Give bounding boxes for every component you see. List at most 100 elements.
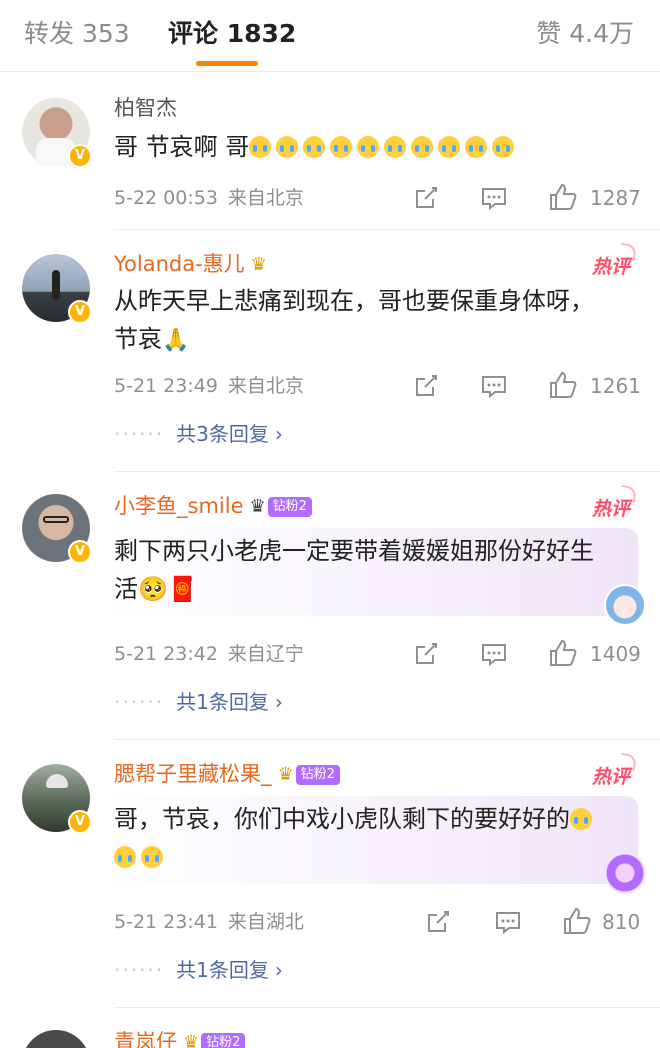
comment-text-content: 哥 节哀啊 哥 (114, 133, 250, 161)
pray-emoji-icon: 🙏 (162, 328, 190, 353)
watermark: 网易号 | 新快报视觉说 (530, 1025, 650, 1039)
comment-meta: 5-22 00:53 来自北京 (114, 184, 304, 212)
comment-source: 来自北京 (227, 375, 304, 397)
thumb-up-icon[interactable] (548, 370, 578, 398)
crying-emoji-icon (438, 136, 461, 158)
comment-username-text: Yolanda-惠儿 (114, 252, 245, 276)
crying-emoji-icon (330, 136, 353, 158)
fan-level-badge: 钻粉2 (295, 765, 340, 785)
comment-source: 来自北京 (227, 187, 304, 209)
chevron-right-icon: › (274, 690, 283, 714)
comment-meta: 5-21 23:42 来自辽宁 (114, 640, 304, 668)
diamond-sticker-icon (604, 852, 646, 894)
crying-emoji-icon (465, 136, 488, 158)
comment-date: 5-21 23:42 (114, 643, 218, 665)
comment-source: 来自湖北 (227, 911, 304, 933)
comment-username-text: 腮帮子里藏松果_ (114, 762, 272, 786)
comment-icon[interactable] (480, 640, 508, 668)
chevron-right-icon: › (274, 422, 283, 446)
bubble-sticker-icon (604, 584, 646, 626)
avatar-figure (52, 270, 60, 300)
hot-comment-badge: 热评 (592, 252, 630, 279)
active-tab-indicator (196, 61, 258, 66)
avatar[interactable]: V (22, 764, 92, 834)
verified-badge-icon: V (68, 300, 92, 324)
comment-icon[interactable] (480, 184, 508, 212)
comment-username[interactable]: 小李鱼_smile ♛ 钻粉2 (114, 492, 312, 521)
comment-username[interactable]: 腮帮子里藏松果_ ♛ 钻粉2 (114, 760, 340, 789)
hot-comment-badge: 热评 (592, 494, 630, 521)
crying-emoji-icon (492, 136, 515, 158)
verified-badge-icon: V (68, 810, 92, 834)
fan-level-badge: 钻粉2 (267, 497, 312, 517)
replies-count: 共1条回复 (176, 958, 269, 982)
comment-username[interactable]: 青岚仔 ♛ 钻粉2 (114, 1028, 246, 1048)
crying-emoji-icon (303, 136, 326, 158)
avatar[interactable]: V (22, 98, 92, 168)
replies-count: 共1条回复 (176, 690, 269, 714)
like-count: 810 (602, 910, 641, 934)
crying-emoji-icon (276, 136, 299, 158)
crying-emoji-icon (249, 136, 272, 158)
comment-date: 5-22 00:53 (114, 187, 218, 209)
verified-badge-icon: V (68, 144, 92, 168)
crying-emoji-icon (114, 846, 136, 868)
crown-icon: ♛ (250, 254, 267, 275)
like-count: 1287 (590, 186, 641, 210)
replies-dots: ······ (114, 422, 165, 446)
like-count: 1261 (590, 374, 641, 398)
comment-date: 5-21 23:41 (114, 911, 218, 933)
hot-comment-badge: 热评 (592, 762, 630, 789)
crying-emoji-icon (141, 846, 163, 868)
view-replies-link[interactable]: ······ 共1条回复 › (114, 956, 283, 984)
thumb-up-icon[interactable] (548, 182, 578, 210)
replies-dots: ······ (114, 958, 165, 982)
view-replies-link[interactable]: ······ 共1条回复 › (114, 688, 283, 716)
crying-emoji-icon (384, 136, 407, 158)
comment-text: 从昨天早上悲痛到现在，哥也要保重身体呀，节哀🙏 (114, 282, 614, 360)
comment-item: V 腮帮子里藏松果_ ♛ 钻粉2 热评 哥，节哀，你们中戏小虎队剩下的要好好的 5-… (0, 740, 660, 1008)
comment-text-content: 哥，节哀，你们中戏小虎队剩下的要好好的 (114, 805, 570, 833)
comment-icon[interactable] (480, 372, 508, 400)
tab-likes[interactable]: 赞 4.4万 (536, 18, 634, 50)
chevron-right-icon: › (274, 958, 283, 982)
crying-emoji-icon (357, 136, 380, 158)
crown-icon: ♛ (277, 764, 294, 785)
thumb-up-icon[interactable] (548, 638, 578, 666)
emoji-icon: 🥺🧧 (138, 575, 198, 603)
comment-text: 哥 节哀啊 哥 (114, 128, 614, 166)
thumb-up-icon[interactable] (562, 906, 592, 934)
share-icon[interactable] (424, 908, 452, 936)
comment-item: V Yolanda-惠儿 ♛ 热评 从昨天早上悲痛到现在，哥也要保重身体呀，节哀🙏… (0, 230, 660, 472)
verified-badge-icon: V (68, 540, 92, 564)
avatar-helmet (46, 774, 68, 788)
view-replies-link[interactable]: ······ 共3条回复 › (114, 420, 283, 448)
share-icon[interactable] (412, 184, 440, 212)
crown-icon: ♛ (249, 496, 266, 517)
avatar[interactable] (22, 1030, 90, 1048)
comment-meta: 5-21 23:41 来自湖北 (114, 908, 304, 936)
crown-icon: ♛ (183, 1032, 200, 1048)
comment-username[interactable]: 柏智杰 (114, 94, 177, 122)
share-icon[interactable] (412, 640, 440, 668)
avatar[interactable]: V (22, 254, 92, 324)
share-icon[interactable] (412, 372, 440, 400)
fan-level-badge: 钻粉2 (201, 1033, 246, 1048)
comment-text: 哥，节哀，你们中戏小虎队剩下的要好好的 (114, 800, 614, 876)
tab-repost[interactable]: 转发 353 (24, 18, 130, 50)
comment-date: 5-21 23:49 (114, 375, 218, 397)
comment-source: 来自辽宁 (227, 643, 304, 665)
tab-bar: 转发 353 评论 1832 赞 4.4万 (0, 0, 660, 72)
comment-item: V 柏智杰 哥 节哀啊 哥 5-22 00:53 来自北京 1287 (0, 72, 660, 230)
comment-username[interactable]: Yolanda-惠儿 ♛ (114, 250, 267, 279)
replies-dots: ······ (114, 690, 165, 714)
comment-meta: 5-21 23:49 来自北京 (114, 372, 304, 400)
comment-icon[interactable] (494, 908, 522, 936)
comment-item: V 小李鱼_smile ♛ 钻粉2 热评 剩下两只小老虎一定要带着媛媛姐那份好好生活… (0, 472, 660, 740)
comment-text: 剩下两只小老虎一定要带着媛媛姐那份好好生活🥺🧧 (114, 532, 614, 608)
avatar[interactable]: V (22, 494, 92, 564)
crying-emoji-icon (411, 136, 434, 158)
avatar-glasses (43, 516, 69, 523)
tab-comments[interactable]: 评论 1832 (168, 18, 296, 50)
crying-emoji-icon (570, 808, 592, 830)
